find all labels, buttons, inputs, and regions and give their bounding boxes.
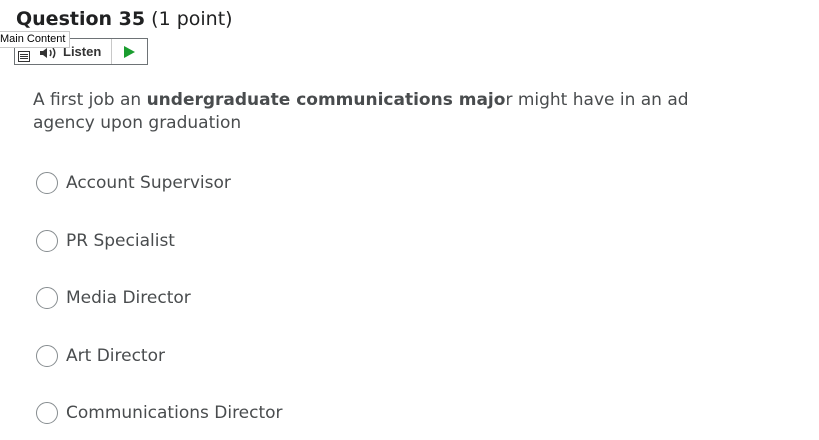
radio-button[interactable] xyxy=(36,287,58,309)
menu-icon[interactable] xyxy=(18,51,30,62)
radio-button[interactable] xyxy=(36,345,58,367)
option-account-supervisor[interactable]: Account Supervisor xyxy=(36,170,396,196)
radio-button[interactable] xyxy=(36,172,58,194)
option-communications-director[interactable]: Communications Director xyxy=(36,400,396,426)
option-label: PR Specialist xyxy=(66,231,175,251)
option-label: Account Supervisor xyxy=(66,173,231,193)
option-label: Media Director xyxy=(66,288,191,308)
option-media-director[interactable]: Media Director xyxy=(36,285,396,311)
option-label: Art Director xyxy=(66,346,165,366)
question-points: (1 point) xyxy=(151,8,233,30)
radio-button[interactable] xyxy=(36,230,58,252)
speaker-icon[interactable] xyxy=(39,47,59,59)
question-header: Question 35 (1 point) xyxy=(16,7,233,31)
question-title: Question 35 xyxy=(16,8,146,30)
question-text-emphasis: undergraduate communications majo xyxy=(146,90,506,110)
question-text: A first job an undergraduate communicati… xyxy=(33,89,753,135)
option-pr-specialist[interactable]: PR Specialist xyxy=(36,228,396,254)
option-label: Communications Director xyxy=(66,403,283,423)
question-text-part: A first job an xyxy=(33,90,147,110)
option-art-director[interactable]: Art Director xyxy=(36,343,396,369)
main-content-tooltip: Main Content xyxy=(0,31,71,48)
radio-button[interactable] xyxy=(36,402,58,424)
play-icon[interactable] xyxy=(124,46,135,58)
toolbar-divider xyxy=(111,39,112,64)
